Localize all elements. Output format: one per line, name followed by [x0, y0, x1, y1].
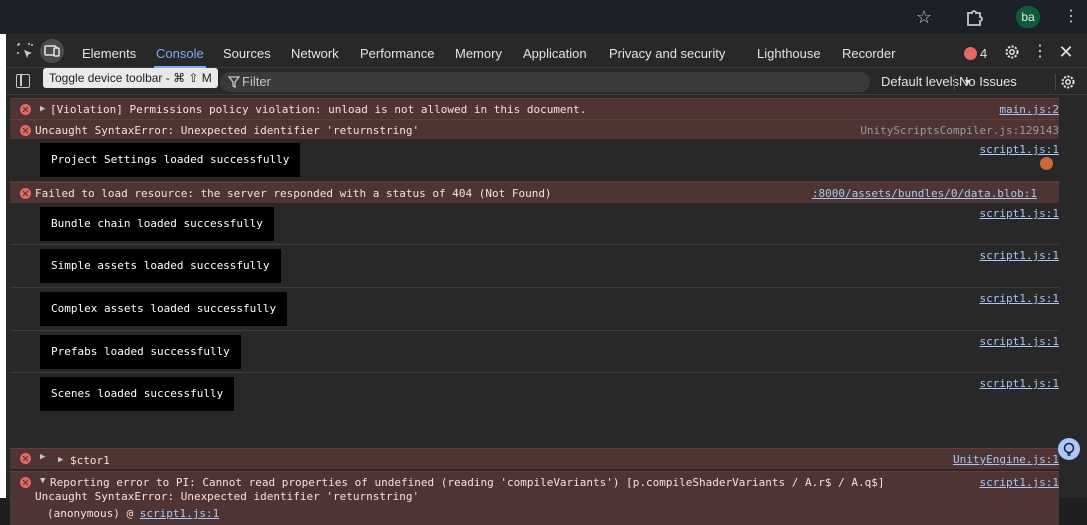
stack-prefix: (anonymous) @	[47, 507, 140, 520]
toolbar-divider	[954, 74, 955, 90]
tab-memory[interactable]: Memory	[455, 34, 502, 68]
device-mobile-icon	[44, 45, 60, 57]
log-message-box: Project Settings loaded successfully	[40, 143, 301, 177]
console-log-row: Prefabs loaded successfully script1.js:1	[10, 331, 1059, 373]
error-circle-icon	[20, 125, 31, 136]
message-text: Uncaught SyntaxError: Unexpected identif…	[35, 124, 420, 137]
ai-lightbulb-icon	[1063, 442, 1075, 456]
error-circle-icon	[20, 477, 31, 488]
log-message-box: Prefabs loaded successfully	[40, 335, 241, 369]
console-log-row: Bundle chain loaded successfully script1…	[10, 203, 1059, 245]
stack-trace-line: (anonymous) @ script1.js:1	[47, 507, 219, 520]
message-text: Reporting error to PI: Cannot read prope…	[50, 476, 885, 489]
source-link[interactable]: script1.js:1	[980, 476, 1059, 489]
expand-triangle-icon[interactable]: ▶	[40, 452, 45, 462]
devtools-panel: Elements Console Sources Network Perform…	[6, 34, 1087, 525]
source-link[interactable]: script1.js:1	[980, 377, 1059, 390]
source-link[interactable]: :8000/assets/bundles/0/data.blob:1	[812, 187, 1037, 200]
console-error-row[interactable]: Uncaught SyntaxError: Unexpected identif…	[10, 119, 1059, 139]
more-options-icon[interactable]: ⋮	[1032, 42, 1048, 62]
profile-avatar[interactable]: ba	[1016, 6, 1040, 28]
error-count-value: 4	[980, 46, 988, 61]
inspect-element-icon[interactable]	[16, 42, 34, 60]
log-message-box: Bundle chain loaded successfully	[40, 207, 274, 241]
settings-gear-icon[interactable]	[1004, 44, 1020, 60]
source-link[interactable]: script1.js:1	[980, 207, 1059, 220]
source-link[interactable]: script1.js:1	[980, 249, 1059, 262]
tab-elements[interactable]: Elements	[82, 34, 136, 68]
message-text: [Violation] Permissions policy violation…	[50, 103, 587, 116]
log-message-box: Scenes loaded successfully	[40, 377, 235, 411]
source-link[interactable]: main.js:2	[999, 103, 1059, 116]
collapse-triangle-icon[interactable]: ▼	[40, 476, 45, 486]
bookmark-star-icon[interactable]: ☆	[913, 6, 935, 28]
error-circle-icon	[20, 104, 31, 115]
error-count-badge[interactable]: 4	[964, 46, 987, 62]
console-messages: ▶ [Violation] Permissions policy violati…	[6, 96, 1087, 525]
issues-counter[interactable]: No Issues	[959, 73, 1017, 91]
tab-lighthouse[interactable]: Lighthouse	[757, 34, 821, 68]
network-request-icon[interactable]	[1040, 157, 1053, 170]
devtools-tabbar: Elements Console Sources Network Perform…	[6, 34, 1087, 68]
show-sidebar-icon[interactable]	[16, 74, 30, 88]
console-error-row[interactable]: Failed to load resource: the server resp…	[10, 182, 1059, 203]
tab-sources[interactable]: Sources	[223, 34, 271, 68]
toolbar-divider	[1055, 74, 1056, 90]
tab-console[interactable]: Console	[154, 34, 206, 68]
filter-funnel-icon	[228, 76, 240, 88]
filter-placeholder: Filter	[242, 74, 271, 89]
expand-triangle-icon[interactable]: ▶	[58, 455, 63, 465]
browser-toolbar: ☆ ba ⋮	[0, 0, 1087, 34]
tab-performance[interactable]: Performance	[360, 34, 434, 68]
console-error-row[interactable]: ▼ Reporting error to PI: Cannot read pro…	[10, 471, 1059, 525]
tab-application[interactable]: Application	[523, 34, 587, 68]
stack-trace-link[interactable]: script1.js:1	[140, 507, 219, 520]
expand-triangle-icon[interactable]: ▶	[40, 104, 45, 114]
source-link[interactable]: UnityScriptsCompiler.js:129143	[860, 124, 1059, 137]
error-circle-icon	[20, 453, 31, 464]
ai-assistance-icon[interactable]	[1058, 438, 1080, 460]
tab-network[interactable]: Network	[291, 34, 339, 68]
console-log-row: Scenes loaded successfully script1.js:1	[10, 373, 1059, 446]
message-text: $ctor1	[70, 454, 110, 467]
console-error-row[interactable]: ▶ ▶ $ctor1 UnityEngine.js:1	[10, 448, 1059, 469]
message-text-line2: Uncaught SyntaxError: Unexpected identif…	[35, 490, 420, 503]
log-levels-label: Default levels	[881, 74, 960, 89]
log-message-box: Simple assets loaded successfully	[40, 249, 281, 283]
console-log-row: Project Settings loaded successfully scr…	[10, 139, 1059, 182]
console-settings-gear-icon[interactable]	[1060, 74, 1076, 90]
browser-menu-icon[interactable]: ⋮	[1063, 6, 1079, 28]
error-icon	[964, 47, 977, 60]
source-link[interactable]: script1.js:1	[980, 143, 1059, 156]
tab-privacy-security[interactable]: Privacy and security	[609, 34, 725, 68]
console-log-row: Simple assets loaded successfully script…	[10, 245, 1059, 288]
extensions-puzzle-icon[interactable]	[963, 6, 985, 28]
tab-recorder[interactable]: Recorder	[842, 34, 895, 68]
error-circle-icon	[20, 188, 31, 199]
console-error-row[interactable]: ▶ [Violation] Permissions policy violati…	[10, 98, 1059, 119]
message-text: Failed to load resource: the server resp…	[35, 187, 552, 200]
source-link[interactable]: script1.js:1	[980, 292, 1059, 305]
filter-input[interactable]: Filter	[220, 72, 870, 92]
console-log-row: Complex assets loaded successfully scrip…	[10, 288, 1059, 331]
source-link[interactable]: script1.js:1	[980, 335, 1059, 348]
log-message-box: Complex assets loaded successfully	[40, 292, 288, 326]
device-toolbar-tooltip: Toggle device toolbar - ⌘ ⇧ M	[43, 68, 218, 88]
device-toolbar-toggle[interactable]	[40, 39, 64, 63]
source-link[interactable]: UnityEngine.js:1	[953, 453, 1059, 466]
close-devtools-icon[interactable]: ✕	[1058, 42, 1074, 62]
